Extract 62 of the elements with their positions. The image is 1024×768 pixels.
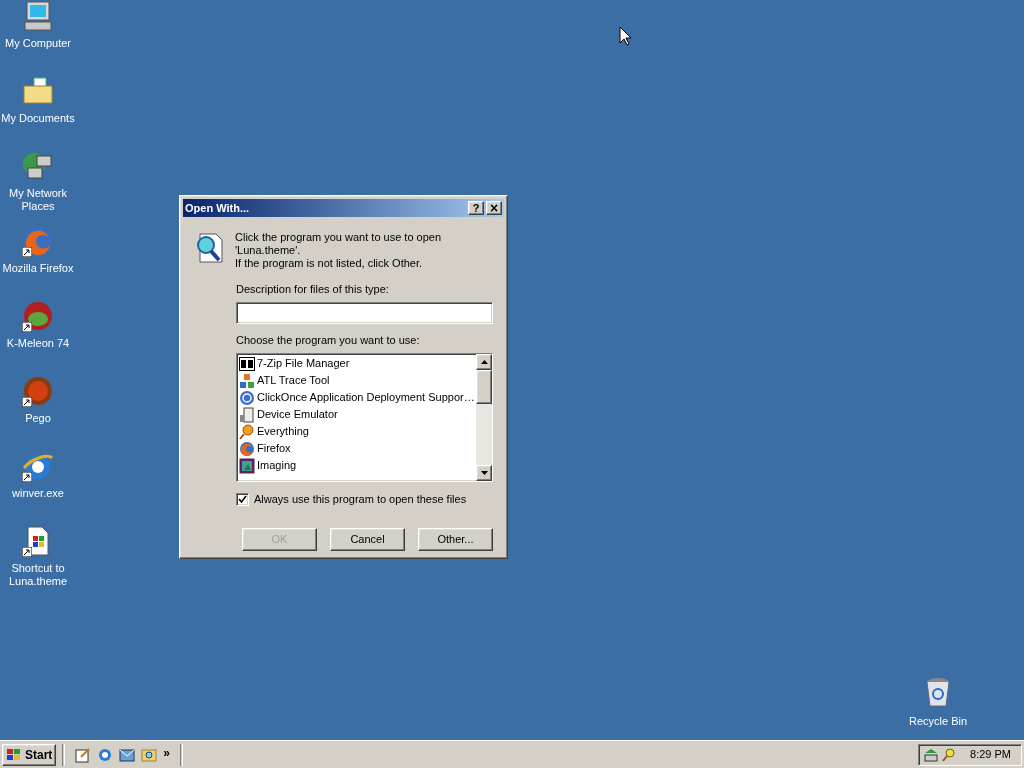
window-title: Open With... [185,200,250,216]
shortcut-arrow-icon [22,472,32,482]
program-item[interactable]: Imaging [239,457,476,474]
scrollbar[interactable] [476,354,492,481]
program-item[interactable]: ATL Trace Tool [239,372,476,389]
shortcut-arrow-icon [22,397,32,407]
program-list[interactable]: 7-Zip File Manager ATL Trace Tool ClickOnce Application Deployment Suppor… Device Emulator Everything Firefox Imaging [236,353,493,482]
clock: 8:29 PM [970,747,1011,763]
field-label: Choose the program you want to use: [236,334,421,347]
program-item[interactable]: Firefox [239,440,476,457]
desktop-icon-label[interactable]: winver.exe [0,487,77,500]
globe-icon [239,440,255,457]
field-label: Description for files of this type: [236,283,390,296]
mail-icon[interactable] [119,746,136,763]
up-arrow-icon [480,360,488,364]
scroll-up-button[interactable] [476,354,492,370]
scroll-thumb[interactable] [476,370,492,404]
windows-logo-icon [6,747,22,762]
desktop-icon-label[interactable]: Mozilla Firefox [0,262,77,275]
down-arrow-icon [480,471,488,475]
shortcut-arrow-icon [22,247,32,257]
network-icon [22,150,54,182]
folder-icon [22,75,54,107]
description-field[interactable] [236,302,493,324]
magnifier-icon [239,423,255,440]
blocks-icon [239,372,255,389]
dialog-button[interactable]: Other... [418,527,493,551]
picture-frame-icon [239,457,255,474]
browser-icon[interactable] [97,746,114,763]
computer-icon [22,0,54,32]
help-button[interactable]: ? [468,201,484,215]
device-icon [239,406,255,423]
desktop-icon-label[interactable]: My Network Places [0,187,77,213]
mouse-pointer-icon [619,26,632,46]
instruction-text: Click the program you want to use to open 'Luna.theme'. [235,231,443,257]
ball-icon [22,300,54,332]
desktop-icon-label[interactable]: Pego [0,412,77,425]
shortcut-arrow-icon [22,322,32,332]
program-item[interactable]: Device Emulator [239,406,476,423]
program-item[interactable]: Everything [239,423,476,440]
desktop-icon-label[interactable]: My Documents [0,112,77,125]
program-item[interactable]: 7-Zip File Manager [239,355,476,372]
instruction-text: If the program is not listed, click Other. [235,257,424,270]
desktop-icon-label[interactable]: Recycle Bin [908,713,968,730]
magnifier-icon[interactable] [941,746,957,763]
desktop-icon-label[interactable]: Shortcut to Luna.theme [0,562,77,588]
ball-icon [22,375,54,407]
more-chevron[interactable]: » [163,746,171,759]
checkbox-label: Always use this program to open these files [254,492,467,507]
shortcut-arrow-icon [22,547,32,557]
desktop-icon-label[interactable]: My Computer [0,37,77,50]
dialog-button[interactable]: Cancel [330,527,405,551]
network-icon[interactable] [923,746,939,763]
desktop-icon-label[interactable]: K-Meleon 74 [0,337,77,350]
folder-search-icon[interactable] [141,746,158,763]
globe-icon [22,225,54,257]
scroll-down-button[interactable] [476,465,492,481]
close-button[interactable]: × [486,201,502,215]
program-item[interactable]: ClickOnce Application Deployment Suppor… [239,389,476,406]
start-button[interactable]: Start [2,743,57,766]
zip-icon [239,355,255,372]
checkbox[interactable] [236,492,249,506]
